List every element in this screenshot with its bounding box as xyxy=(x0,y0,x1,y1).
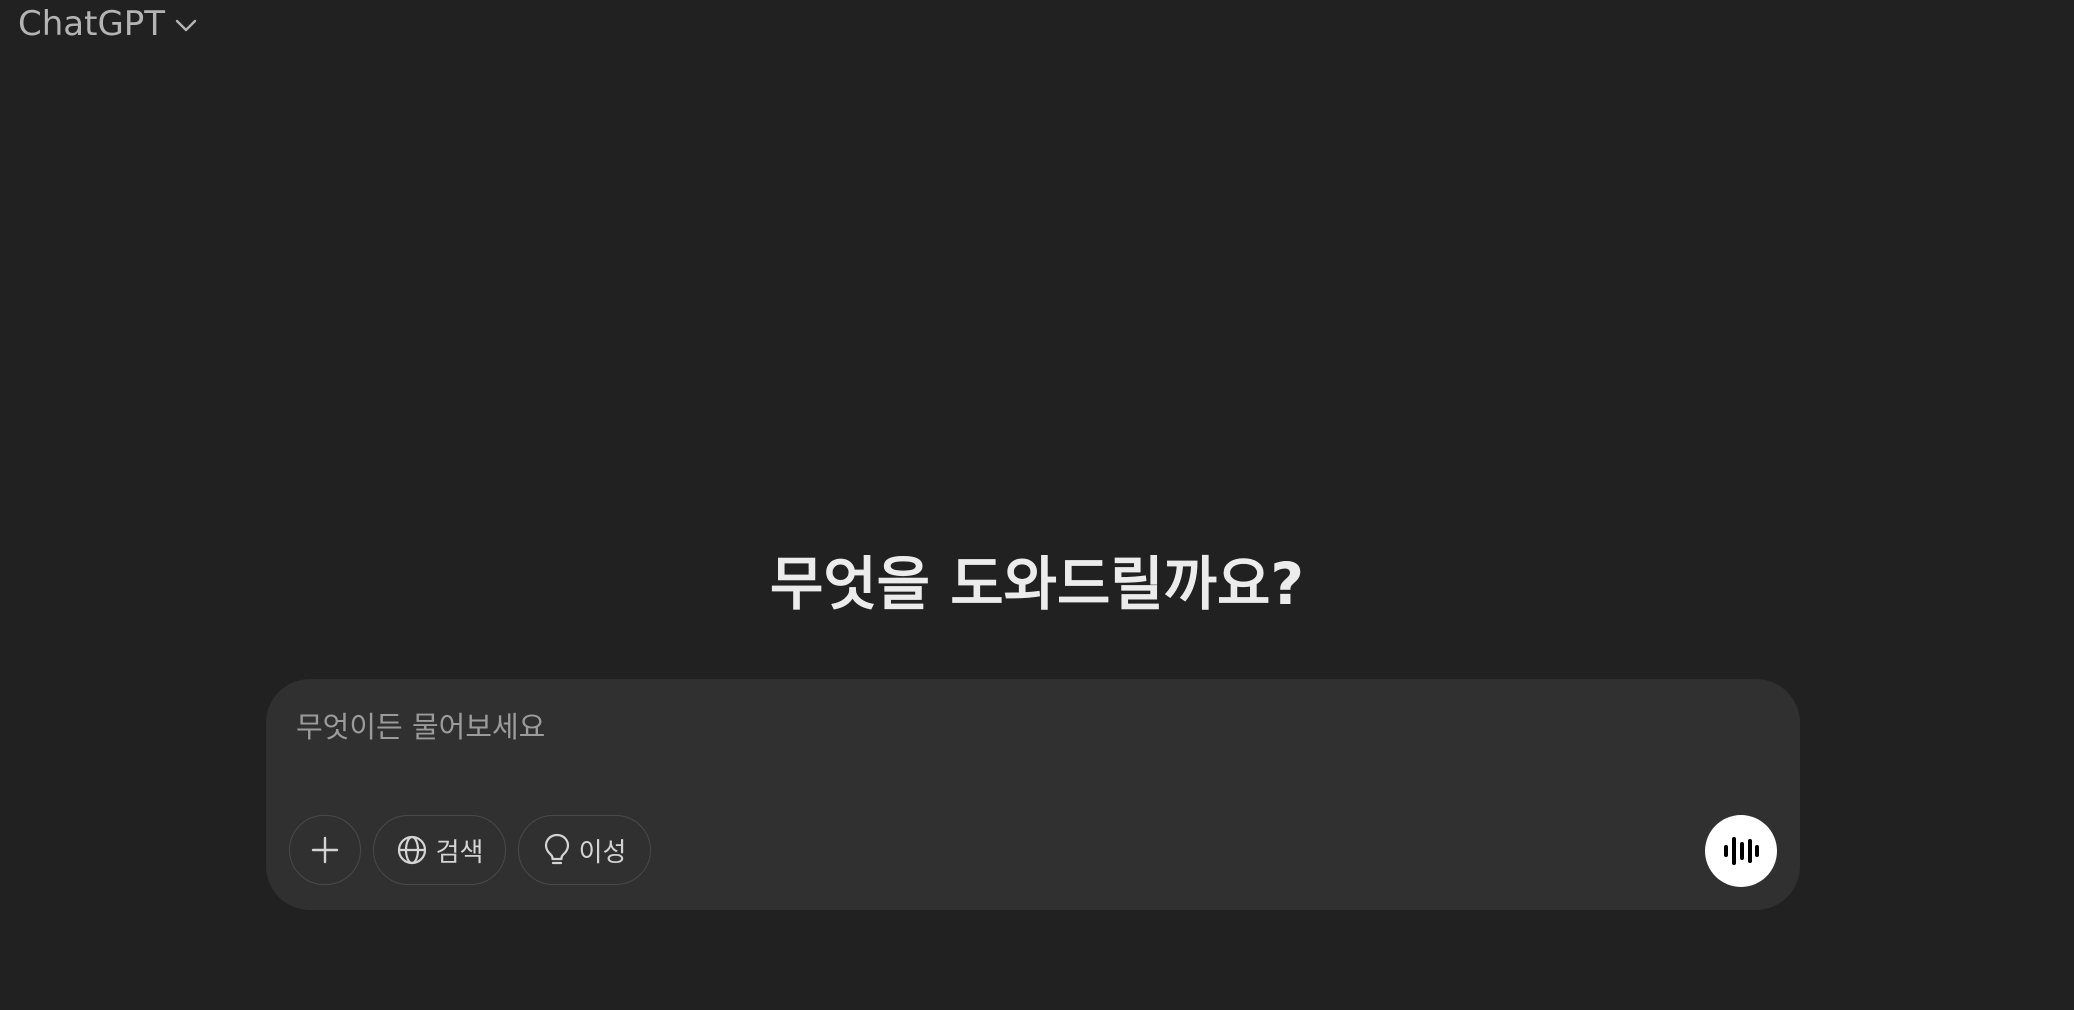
search-button-label: 검색 xyxy=(435,837,484,868)
page-title: 무엇을 도와드릴까요? xyxy=(769,550,1305,618)
add-attachment-button[interactable] xyxy=(289,815,361,885)
voice-waveform-icon xyxy=(1722,834,1760,868)
search-button[interactable]: 검색 xyxy=(373,815,506,885)
globe-icon xyxy=(396,834,428,866)
model-selector[interactable]: ChatGPT xyxy=(18,2,197,46)
prompt-input[interactable] xyxy=(296,705,1676,749)
voice-mode-button[interactable] xyxy=(1705,815,1777,887)
chat-app: ChatGPT 무엇을 도와드릴까요? 검 xyxy=(0,0,2074,1010)
model-name: ChatGPT xyxy=(18,4,166,44)
chevron-down-icon xyxy=(175,19,197,33)
reason-button-label: 이성 xyxy=(578,837,627,868)
composer: 검색 이성 xyxy=(266,679,1800,910)
lightbulb-icon xyxy=(543,832,571,868)
plus-icon xyxy=(310,835,340,865)
reason-button[interactable]: 이성 xyxy=(518,815,651,885)
